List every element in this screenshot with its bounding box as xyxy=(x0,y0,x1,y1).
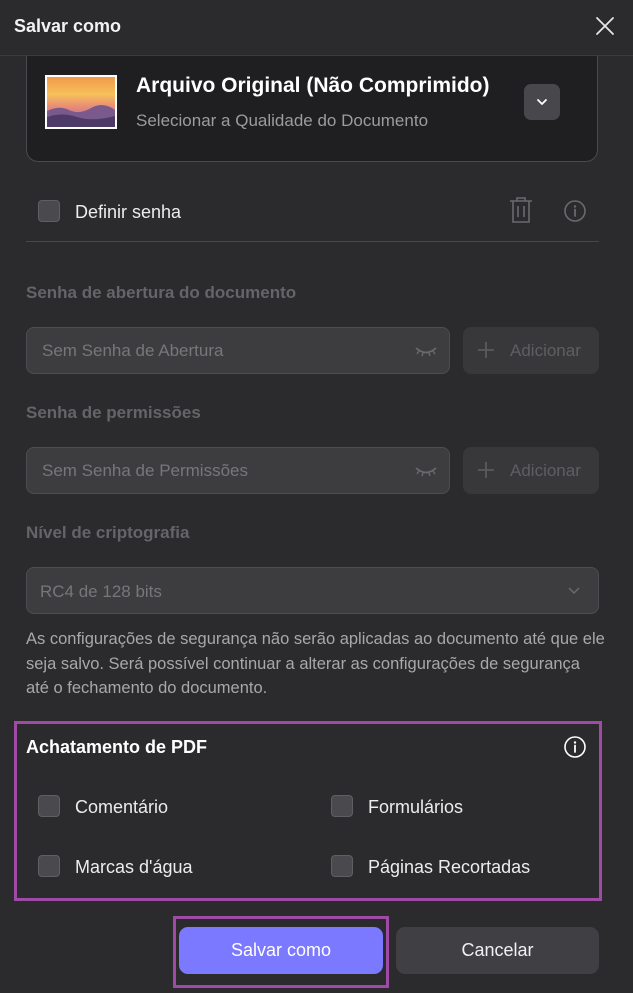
dialog-titlebar: Salvar como xyxy=(0,0,633,56)
flatten-forms-checkbox[interactable] xyxy=(331,795,353,817)
security-info-text: As configurações de segurança não serão … xyxy=(26,630,605,697)
cancel-button[interactable]: Cancelar xyxy=(396,927,599,974)
close-button[interactable] xyxy=(592,13,618,39)
add-open-password-button[interactable]: Adicionar xyxy=(463,327,599,374)
flatten-comment-label: Comentário xyxy=(75,797,169,817)
encryption-level-select[interactable]: RC4 de 128 bits xyxy=(26,567,599,614)
info-icon xyxy=(564,200,586,222)
dialog-title: Salvar como xyxy=(14,16,122,36)
add-open-password-label: Adicionar xyxy=(510,341,581,360)
eye-closed-icon[interactable] xyxy=(413,343,439,359)
chevron-down-icon xyxy=(537,99,547,105)
open-password-placeholder: Sem Senha de Abertura xyxy=(42,341,224,360)
quality-dropdown-button[interactable] xyxy=(524,84,560,120)
quality-subtitle: Selecionar a Qualidade do Documento xyxy=(136,111,429,130)
pdf-flattening-title: Achatamento de PDF xyxy=(26,737,208,757)
flatten-watermarks-checkbox[interactable] xyxy=(38,855,60,877)
flatten-comment-checkbox[interactable] xyxy=(38,795,60,817)
flatten-cropped-pages-checkbox[interactable] xyxy=(331,855,353,877)
open-password-section-label: Senha de abertura do documento xyxy=(26,283,297,302)
set-password-label: Definir senha xyxy=(75,202,182,222)
encryption-level-value: RC4 de 128 bits xyxy=(40,582,162,601)
add-permissions-password-button[interactable]: Adicionar xyxy=(463,447,599,494)
flattening-info-button[interactable] xyxy=(563,735,587,764)
flatten-forms-label: Formulários xyxy=(368,797,464,817)
permissions-password-section-label: Senha de permissões xyxy=(26,403,201,422)
delete-password-button[interactable] xyxy=(507,195,535,230)
divider xyxy=(26,241,599,242)
document-thumbnail xyxy=(45,75,117,129)
encryption-level-label: Nível de criptografia xyxy=(26,523,190,542)
quality-title: Arquivo Original (Não Comprimido) xyxy=(136,74,490,97)
trash-icon xyxy=(510,197,532,223)
info-icon xyxy=(564,736,586,758)
close-icon xyxy=(596,17,614,35)
permissions-password-field[interactable]: Sem Senha de Permissões xyxy=(26,447,450,494)
flatten-cropped-pages-label: Páginas Recortadas xyxy=(368,857,531,877)
set-password-checkbox[interactable] xyxy=(38,200,60,222)
add-permissions-password-label: Adicionar xyxy=(510,461,581,480)
plus-icon xyxy=(478,462,494,478)
open-password-field[interactable]: Sem Senha de Abertura xyxy=(26,327,450,374)
eye-closed-icon[interactable] xyxy=(413,463,439,479)
chevron-down-icon xyxy=(568,587,580,595)
save-as-button[interactable]: Salvar como xyxy=(179,927,383,974)
password-info-button[interactable] xyxy=(563,199,587,228)
plus-icon xyxy=(478,342,494,358)
quality-card[interactable]: Arquivo Original (Não Comprimido) Seleci… xyxy=(26,56,598,162)
permissions-password-placeholder: Sem Senha de Permissões xyxy=(42,461,248,480)
flatten-watermarks-label: Marcas d'água xyxy=(75,857,193,877)
